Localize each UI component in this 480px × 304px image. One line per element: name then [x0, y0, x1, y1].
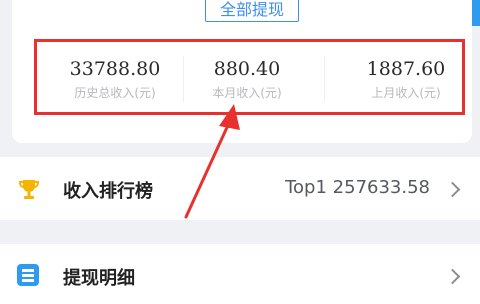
stat-divider — [183, 56, 184, 102]
income-ranking-label: 收入排行榜 — [63, 181, 153, 202]
total-income-value: 33788.80 — [69, 58, 161, 80]
this-month-income-label: 本月收入(元) — [212, 86, 282, 100]
stat-this-month-income: 880.40 本月收入(元) — [187, 58, 307, 101]
last-month-income-label: 上月收入(元) — [371, 86, 441, 100]
list-icon — [17, 264, 39, 286]
income-summary-card: 全部提现 33788.80 历史总收入(元) 880.40 本月收入(元) 18… — [12, 0, 472, 143]
last-month-income-value: 1887.60 — [366, 58, 446, 80]
withdraw-all-button[interactable]: 全部提现 — [205, 0, 299, 22]
chevron-right-icon — [444, 181, 461, 198]
this-month-income-value: 880.40 — [213, 58, 281, 80]
chevron-right-icon — [444, 268, 461, 285]
trophy-icon — [18, 180, 40, 199]
menu-item-withdraw-detail[interactable]: 提现明细 — [0, 244, 480, 304]
stat-divider — [324, 56, 325, 102]
menu-item-income-ranking[interactable]: 收入排行榜 Top1 257633.58 — [0, 157, 480, 220]
stats-highlight-box: 33788.80 历史总收入(元) 880.40 本月收入(元) 1887.60… — [34, 39, 465, 115]
stat-last-month-income: 1887.60 上月收入(元) — [347, 58, 465, 101]
income-ranking-value: Top1 257633.58 — [285, 177, 430, 198]
total-income-label: 历史总收入(元) — [74, 86, 156, 100]
withdraw-detail-label: 提现明细 — [63, 268, 135, 289]
stat-total-income: 33788.80 历史总收入(元) — [55, 58, 175, 101]
